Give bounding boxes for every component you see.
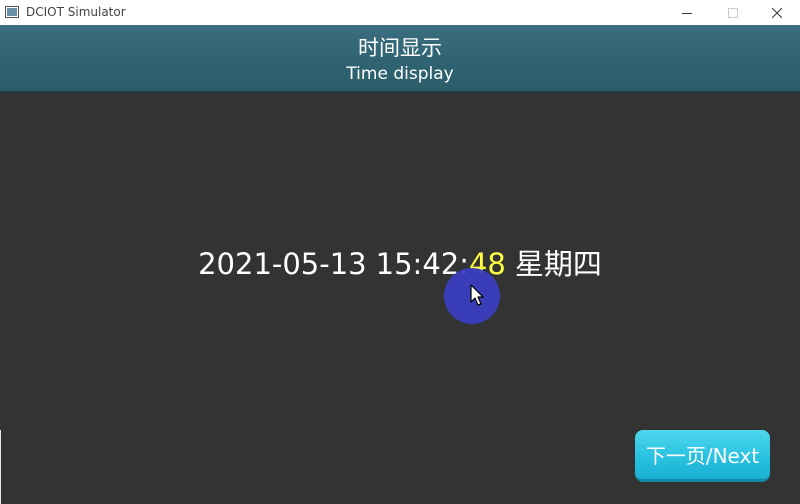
page-header: 时间显示 Time display [0,25,800,92]
clock-display: 2021-05-13 15:42: 48 星期四 [0,244,800,284]
window-title: DCIOT Simulator [26,5,126,19]
title-bar[interactable]: DCIOT Simulator [0,0,800,25]
clock-date: 2021-05-13 [198,247,367,281]
minimize-icon [682,12,692,14]
clock-spacer [506,244,515,284]
maximize-button[interactable] [710,0,756,25]
page-title-en: Time display [346,64,454,84]
clock-weekday: 星期四 [514,247,602,281]
next-page-button[interactable]: 下一页/Next [635,430,770,482]
minimize-button[interactable] [664,0,710,25]
page-title-cn: 时间显示 [358,36,442,60]
clock-spacer [367,244,376,284]
close-icon [772,7,782,18]
close-button[interactable] [754,0,800,25]
maximize-icon [728,7,738,18]
app-icon [5,6,19,18]
app-window: DCIOT Simulator 时间显示 Time display 2021-0… [0,0,800,504]
window-edge [0,430,1,504]
mouse-pointer-icon [470,284,484,306]
